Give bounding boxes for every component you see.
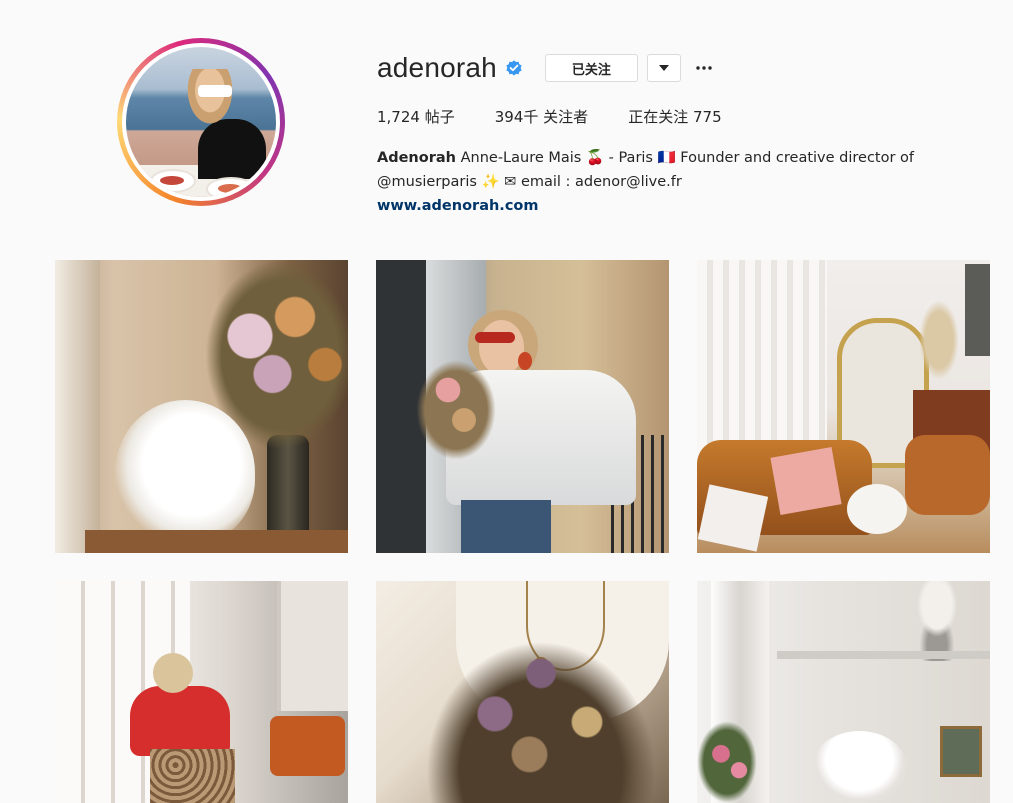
following-button[interactable]: 已关注	[544, 54, 638, 82]
wall-art	[965, 264, 990, 356]
post-thumbnail[interactable]	[697, 581, 990, 803]
bio-line-2: @musierparis ✨ ✉ email : adenor@live.fr	[377, 174, 682, 190]
website-link[interactable]: www.adenorah.com	[377, 194, 937, 218]
ellipsis-icon	[696, 66, 712, 70]
profile-bio: Adenorah Anne-Laure Mais 🍒 - Paris 🇫🇷 Fo…	[377, 146, 937, 218]
more-options-button[interactable]	[693, 55, 715, 81]
face	[479, 320, 524, 375]
profile-avatar-ring[interactable]	[117, 38, 285, 206]
earring	[518, 352, 532, 370]
avatar-plate	[150, 169, 196, 193]
pampas-plant	[919, 300, 959, 380]
framed-painting	[940, 726, 982, 777]
profile-stats: 1,724 帖子 394千 关注者 正在关注 775	[377, 106, 762, 127]
avatar-sunglasses	[198, 85, 232, 97]
avatar-face	[184, 69, 236, 129]
pink-cushion	[770, 447, 842, 515]
window-light	[55, 260, 100, 553]
verified-badge-icon	[505, 59, 523, 77]
followers-label: 关注者	[543, 108, 589, 126]
suggested-dropdown-button[interactable]	[646, 54, 681, 82]
bouquet	[416, 360, 496, 460]
table-top	[85, 530, 348, 553]
bio-text-1: Anne-Laure Mais 🍒 - Paris 🇫🇷 Founder and…	[455, 150, 915, 166]
dried-flowers	[426, 641, 656, 803]
post-thumbnail[interactable]	[697, 260, 990, 553]
followers-count: 394千	[494, 108, 539, 126]
following-count: 775	[692, 108, 722, 126]
avatar-plate	[206, 177, 256, 197]
following-stat[interactable]: 正在关注 775	[628, 106, 721, 127]
orange-chair	[270, 716, 345, 776]
avatar	[126, 47, 276, 197]
pink-flowers	[697, 721, 757, 803]
followers-stat[interactable]: 394千 关注者	[495, 106, 588, 127]
red-sunglasses	[475, 332, 515, 343]
post-thumbnail[interactable]	[376, 260, 669, 553]
posts-count: 1,724	[377, 108, 420, 126]
username: adenorah	[377, 52, 497, 83]
white-cushion	[697, 484, 769, 552]
display-name: Adenorah	[377, 150, 456, 166]
jeans	[461, 500, 551, 553]
profile-header-row: adenorah 已关注	[377, 48, 715, 88]
white-cat	[115, 400, 255, 545]
bio-line-1: Adenorah Anne-Laure Mais 🍒 - Paris 🇫🇷 Fo…	[377, 146, 937, 170]
sheepskin-rug	[847, 484, 907, 534]
fireplace-mirror	[277, 581, 348, 711]
avatar-border	[122, 43, 280, 201]
red-sweater	[130, 686, 230, 756]
post-thumbnail[interactable]	[376, 581, 669, 803]
post-thumbnail[interactable]	[55, 260, 348, 553]
curtains	[697, 260, 827, 470]
leopard-pants	[150, 749, 235, 803]
chandelier	[902, 581, 972, 661]
white-cat	[812, 731, 907, 803]
post-thumbnail[interactable]	[55, 581, 348, 803]
ceiling-molding	[777, 651, 990, 659]
vase	[267, 435, 309, 545]
blonde-hair	[153, 653, 193, 693]
posts-label: 帖子	[424, 108, 455, 126]
caret-down-icon	[658, 65, 669, 71]
armchair	[905, 435, 990, 515]
posts-stat: 1,724 帖子	[377, 106, 455, 127]
following-label: 正在关注	[628, 108, 689, 126]
